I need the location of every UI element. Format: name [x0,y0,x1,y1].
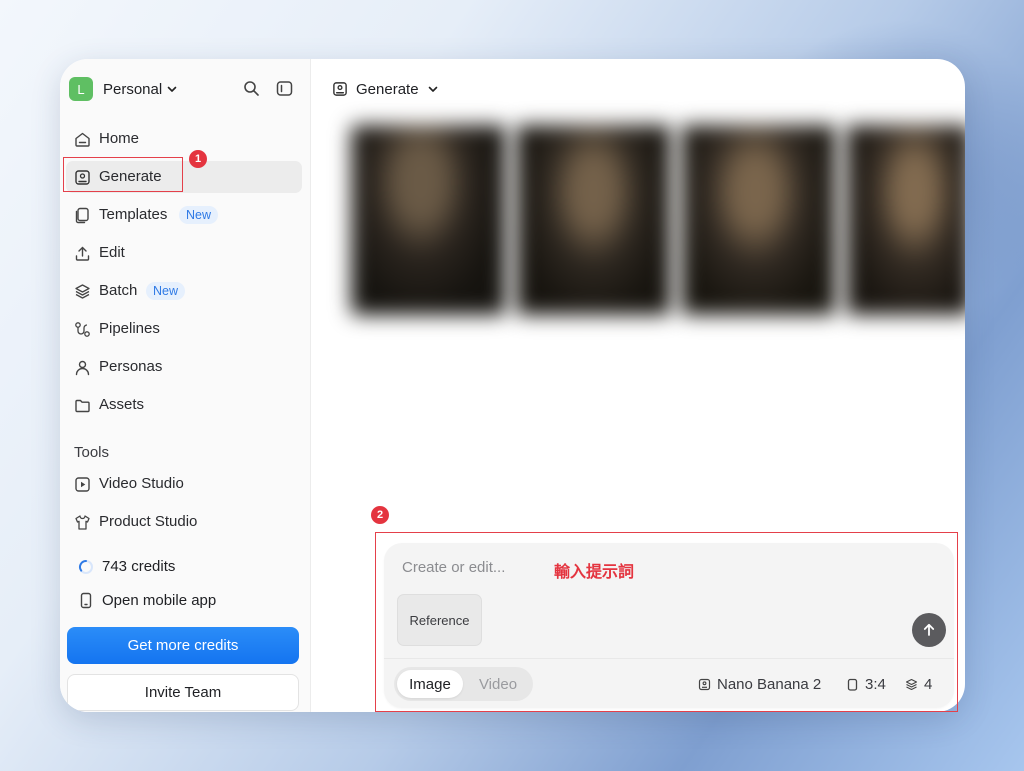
sidebar-item-label: Batch [99,282,138,299]
layers-icon [75,284,90,299]
sidebar-item-label: Personas [99,358,163,375]
annotation-step-1: 1 [189,150,207,168]
annotation-step-2: 2 [371,506,389,524]
sidebar-item-label: Video Studio [99,475,184,492]
get-more-credits-button[interactable]: Get more credits [67,627,299,664]
generated-image-thumbnail[interactable] [351,125,506,315]
chevron-down-icon [428,86,437,92]
play-icon [75,477,90,492]
chevron-down-icon [167,86,177,92]
annotation-hint-text: 輸入提示詞 [554,564,635,581]
credits-indicator[interactable]: 743 credits [78,558,175,575]
sidebar-item-label: Edit [99,244,125,261]
home-icon [75,132,90,147]
phone-icon [80,592,92,609]
new-badge: New [179,206,219,224]
sidebar-item-home[interactable]: Home [66,123,302,155]
annotation-box-composer [375,532,958,712]
sidebar-item-personas[interactable]: Personas [66,351,302,383]
shirt-icon [75,515,90,530]
generated-image-thumbnail[interactable] [846,125,965,315]
page-title: Generate [356,80,419,98]
search-icon[interactable] [243,80,260,97]
folder-icon [75,399,90,413]
sidebar-item-video-studio[interactable]: Video Studio [66,468,302,500]
new-badge: New [146,282,186,300]
sidebar-item-label: Product Studio [99,513,198,530]
credits-label: 743 credits [102,558,176,575]
annotation-box-generate [63,157,183,192]
workspace-name: Personal [103,80,163,98]
pipelines-icon [75,322,90,337]
sidebar-toggle-icon[interactable] [276,80,293,97]
templates-icon [75,207,89,224]
user-icon [75,360,90,376]
invite-team-button[interactable]: Invite Team [67,674,299,711]
workspace-switcher[interactable]: Personal [103,78,178,100]
sidebar-item-product-studio[interactable]: Product Studio [66,506,302,538]
sidebar-item-label: Assets [99,396,145,413]
image-gallery [331,117,965,337]
sidebar-item-label: Pipelines [99,320,160,337]
upload-icon [75,246,90,261]
credits-progress-icon [79,559,93,574]
sidebar-item-pipelines[interactable]: Pipelines [66,313,302,345]
sidebar-item-batch[interactable]: Batch New [66,275,302,307]
sidebar-item-label: Templates [99,206,168,223]
sidebar-item-assets[interactable]: Assets [66,389,302,421]
open-mobile-app-link[interactable]: Open mobile app [78,592,216,609]
page-title-dropdown[interactable]: Generate [332,77,439,101]
generated-image-thumbnail[interactable] [516,125,671,315]
sidebar-item-label: Home [99,130,140,147]
workspace-avatar[interactable]: L [69,77,93,101]
sidebar-item-edit[interactable]: Edit [66,237,302,269]
generated-image-thumbnail[interactable] [681,125,836,315]
sidebar-item-templates[interactable]: Templates New [66,199,302,231]
tools-section-title: Tools [74,444,110,461]
open-mobile-app-label: Open mobile app [102,592,217,609]
generate-icon [333,82,347,96]
